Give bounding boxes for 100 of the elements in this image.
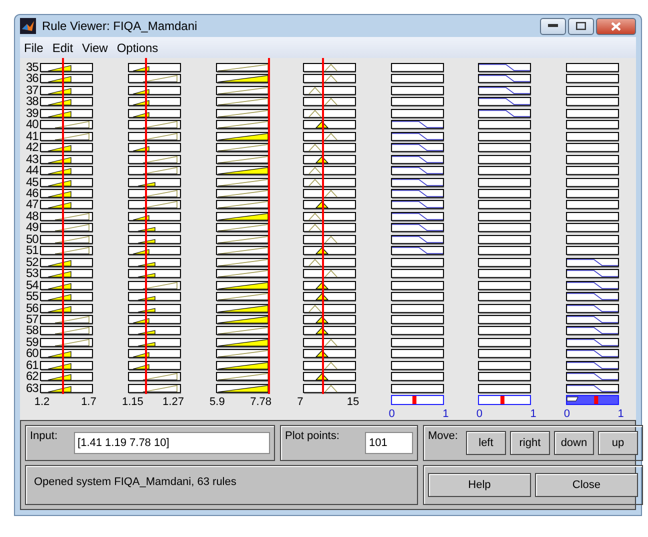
axis-min-label: 0 — [388, 408, 395, 420]
membership-plot — [390, 154, 444, 166]
move-button[interactable]: down — [554, 431, 594, 455]
input-value-line[interactable] — [322, 58, 324, 394]
rule-number: 56 — [26, 302, 40, 314]
membership-plot — [566, 188, 619, 200]
rule-number: 50 — [26, 234, 40, 246]
rule-number: 40 — [26, 119, 40, 131]
membership-plot — [566, 176, 619, 188]
membership-plot — [390, 245, 444, 257]
membership-plot — [390, 199, 444, 211]
rule-number: 49 — [26, 222, 40, 234]
minimize-icon — [548, 24, 558, 28]
axis-max-label: 1 — [442, 408, 449, 420]
rule-number: 48 — [26, 210, 40, 222]
rule-number: 46 — [26, 188, 40, 200]
axis-min-label: 1.15 — [122, 396, 144, 408]
rule-number: 63 — [26, 382, 40, 394]
membership-plot — [566, 336, 619, 348]
membership-plot — [566, 291, 619, 303]
membership-plot — [478, 96, 532, 108]
membership-plot — [566, 348, 619, 360]
membership-plot — [390, 176, 444, 188]
menu-item[interactable]: View — [82, 40, 108, 54]
membership-plot — [478, 176, 532, 188]
membership-plot — [566, 73, 619, 85]
membership-plot — [390, 348, 444, 360]
move-button[interactable]: left — [466, 431, 506, 455]
axis-min-label: 0 — [476, 408, 482, 420]
input-label: Input: — [30, 430, 58, 442]
membership-plot — [478, 62, 532, 74]
menu-item[interactable]: Options — [116, 40, 158, 54]
membership-plot — [478, 280, 532, 292]
membership-plot — [566, 234, 619, 246]
membership-plot — [390, 360, 444, 372]
membership-plot — [478, 268, 532, 280]
membership-plot — [566, 108, 619, 120]
status-message: Opened system FIQA_Mamdani, 63 rules — [34, 476, 236, 488]
membership-plot — [478, 314, 532, 326]
rule-number: 54 — [26, 280, 40, 292]
membership-plot — [390, 210, 444, 222]
membership-plot — [478, 245, 532, 257]
membership-plot — [478, 382, 532, 394]
input-value-line[interactable] — [268, 58, 270, 394]
membership-plot — [478, 165, 532, 177]
membership-plot — [566, 302, 619, 314]
input-field[interactable]: [1.41 1.19 7.78 10] — [74, 432, 270, 454]
membership-plot — [478, 371, 532, 383]
membership-plot — [566, 62, 619, 74]
maximize-button[interactable] — [568, 18, 594, 34]
membership-plot — [566, 360, 619, 372]
rule-number: 38 — [26, 96, 40, 108]
membership-plot — [390, 268, 444, 280]
menu-item[interactable]: File — [24, 40, 44, 54]
membership-plot — [390, 336, 444, 348]
input-value-line[interactable] — [144, 58, 147, 394]
membership-plot — [390, 291, 444, 303]
rule-number: 62 — [26, 371, 40, 383]
plot-points-label: Plot points: — [285, 430, 340, 442]
rule-number: 45 — [26, 176, 40, 188]
membership-plot — [566, 256, 619, 268]
membership-plot — [566, 142, 619, 154]
membership-plot — [390, 280, 444, 292]
membership-plot — [390, 130, 444, 142]
membership-plot — [566, 199, 619, 211]
membership-plot — [478, 119, 532, 131]
minimize-button[interactable] — [540, 18, 566, 34]
membership-plot — [390, 165, 444, 177]
axis-min-label: 7 — [297, 396, 304, 408]
membership-plot — [566, 314, 619, 326]
membership-plot — [390, 234, 444, 246]
membership-plot — [390, 256, 444, 268]
move-button[interactable]: right — [510, 431, 550, 455]
plot-points-field[interactable]: 101 — [365, 432, 413, 454]
rule-number: 52 — [26, 256, 40, 268]
axis-min-label: 0 — [564, 408, 570, 420]
membership-plot — [478, 234, 532, 246]
membership-plot — [478, 256, 532, 268]
move-button[interactable]: up — [598, 431, 638, 455]
membership-plot — [390, 142, 444, 154]
membership-plot — [390, 96, 444, 108]
membership-plot — [390, 119, 444, 131]
rule-number: 59 — [26, 336, 40, 348]
rule-number: 36 — [26, 73, 40, 85]
membership-plot — [478, 199, 532, 211]
dialog-button[interactable]: Help — [428, 473, 531, 497]
menu-item[interactable]: Edit — [52, 40, 74, 54]
dialog-button[interactable]: Close — [534, 473, 638, 497]
rule-number: 37 — [26, 84, 40, 96]
membership-plot — [566, 268, 619, 280]
close-button[interactable] — [596, 18, 636, 34]
input-value-line[interactable] — [62, 58, 64, 394]
rule-number: 58 — [26, 325, 40, 337]
axis-min-label: 1.2 — [34, 396, 50, 408]
membership-plot — [566, 371, 619, 383]
rule-number: 47 — [26, 199, 40, 211]
rule-number: 53 — [26, 268, 40, 280]
membership-plot — [478, 108, 532, 120]
maximize-icon — [576, 22, 586, 30]
membership-plot — [566, 222, 619, 234]
